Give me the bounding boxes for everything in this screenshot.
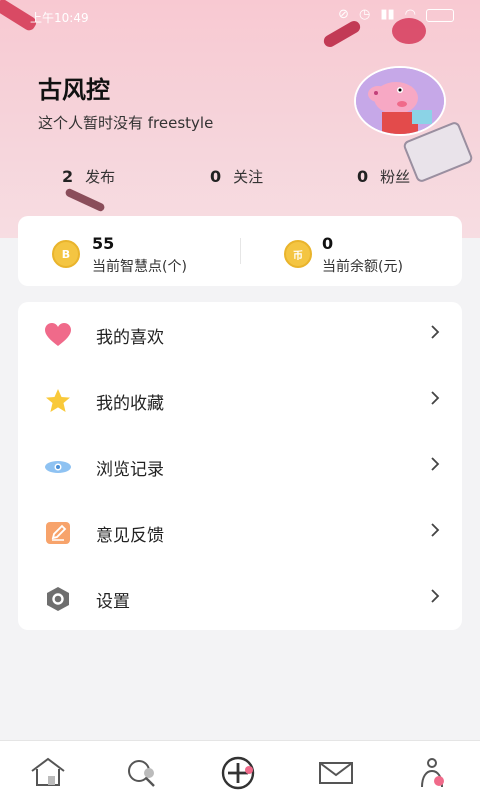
- menu-item-label: 我的收藏: [96, 394, 164, 414]
- alarm-icon: ◷: [359, 7, 371, 22]
- chevron-right-icon: [431, 589, 440, 603]
- menu-item-favorites[interactable]: 我的收藏: [18, 368, 462, 434]
- points-coin-icon: B: [52, 240, 80, 268]
- stat-followers[interactable]: 0 粉丝: [357, 166, 410, 187]
- stat-label: 粉丝: [380, 168, 411, 186]
- profile-icon[interactable]: [412, 755, 452, 791]
- profile-header: 上午10:49 ⊘ ◷ ▮▮ ◠ 古风控 这个人暂时没有 freestyle 2…: [0, 0, 480, 238]
- points-label: 当前智慧点(个): [92, 259, 187, 275]
- add-icon[interactable]: [218, 755, 258, 791]
- battery-icon: [426, 9, 454, 22]
- menu-item-label: 浏览记录: [96, 460, 164, 480]
- menu-item-label: 意见反馈: [96, 526, 164, 546]
- profile-bio: 这个人暂时没有 freestyle: [38, 114, 214, 132]
- menu-list: 我的喜欢 我的收藏 浏览记录 意见反馈 设置: [18, 302, 462, 630]
- wallet-card: B 55 当前智慧点(个) 币 0 当前余额(元): [18, 216, 462, 286]
- menu-item-feedback[interactable]: 意见反馈: [18, 500, 462, 566]
- menu-item-label: 设置: [96, 592, 130, 612]
- search-icon[interactable]: [122, 755, 162, 791]
- divider: [240, 238, 241, 264]
- profile-stats: 2 发布 0 关注 0 粉丝: [0, 166, 480, 190]
- status-icons: ⊘ ◷ ▮▮ ◠: [338, 7, 454, 22]
- avatar[interactable]: [354, 66, 446, 136]
- status-bar: 上午10:49 ⊘ ◷ ▮▮ ◠: [0, 0, 480, 30]
- stat-count: 0: [357, 167, 369, 186]
- chevron-right-icon: [431, 523, 440, 537]
- peppa-avatar-icon: [356, 68, 444, 134]
- profile-name: 古风控: [38, 76, 110, 104]
- stat-posts[interactable]: 2 发布: [62, 166, 115, 187]
- home-icon[interactable]: [28, 755, 68, 791]
- menu-item-settings[interactable]: 设置: [18, 566, 462, 632]
- heart-icon: [45, 323, 71, 346]
- menu-item-likes[interactable]: 我的喜欢: [18, 302, 462, 368]
- message-icon[interactable]: [316, 755, 356, 791]
- wifi-icon: ◠: [404, 7, 416, 22]
- mute-icon: ⊘: [338, 7, 349, 22]
- edit-icon: [46, 522, 70, 544]
- menu-item-history[interactable]: 浏览记录: [18, 434, 462, 500]
- stat-count: 0: [210, 167, 222, 186]
- chevron-right-icon: [431, 325, 440, 339]
- status-time: 上午10:49: [30, 11, 89, 25]
- decor-brush: [64, 187, 106, 213]
- signal-icon: ▮▮: [380, 7, 395, 22]
- chevron-right-icon: [431, 391, 440, 405]
- stat-count: 2: [62, 167, 74, 186]
- points-value: 55: [92, 234, 115, 253]
- stat-label: 关注: [233, 168, 264, 186]
- hexagon-settings-icon: [47, 587, 69, 611]
- star-icon: [46, 389, 70, 412]
- eye-icon: [45, 461, 71, 473]
- chevron-right-icon: [431, 457, 440, 471]
- balance-label: 当前余额(元): [322, 259, 403, 275]
- stat-label: 发布: [85, 168, 116, 186]
- stat-following[interactable]: 0 关注: [210, 166, 263, 187]
- bottom-tab-bar: [0, 740, 480, 801]
- balance-value: 0: [322, 234, 334, 253]
- balance-coin-icon: 币: [284, 240, 312, 268]
- menu-item-label: 我的喜欢: [96, 328, 164, 348]
